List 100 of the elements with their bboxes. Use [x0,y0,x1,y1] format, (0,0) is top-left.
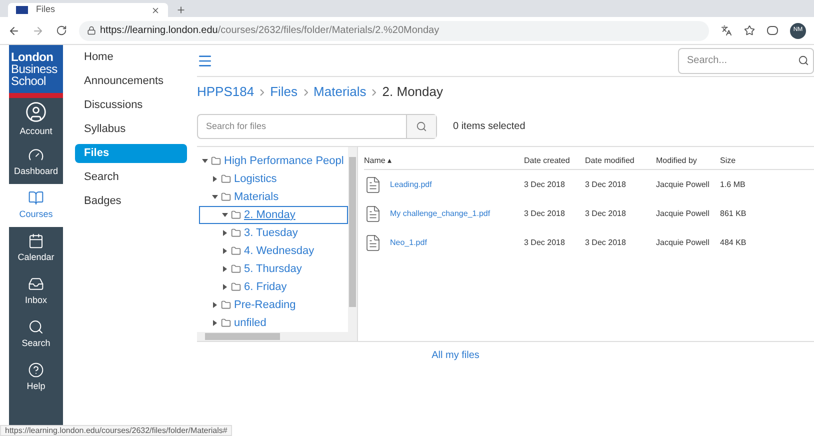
folder-name: 5. Thursday [244,262,302,277]
folder-name: Logistics [234,172,277,187]
logo-text: London [11,51,54,63]
caret-right-icon[interactable] [222,284,228,290]
all-files-link[interactable]: All my files [432,348,480,363]
course-nav-link[interactable]: Announcements [75,72,187,91]
caret-right-icon[interactable] [222,266,228,272]
search-input[interactable]: Search... [679,48,794,72]
caret-right-icon[interactable] [222,230,228,236]
address-bar[interactable]: https://learning.london.edu/courses/2632/files/folder/Materials/2.%20Monday [79,20,709,40]
favicon-icon [16,6,28,14]
table-cell-text: 3 Dec 2018 [524,208,566,220]
breadcrumb-link[interactable]: HPPS184 [197,82,254,102]
help-icon [28,362,44,378]
logo-text: School [11,75,47,87]
global-nav-item[interactable]: Help [9,356,63,399]
global-nav-item[interactable]: Inbox [9,270,63,313]
courses-icon [28,190,44,206]
global-nav-item[interactable]: Search [9,313,63,356]
column-header[interactable]: Date modified [585,154,656,166]
close-icon[interactable] [151,6,160,14]
course-nav-link[interactable]: Search [75,168,187,187]
column-header[interactable]: Date created [524,154,585,166]
search-input[interactable]: Search for files [198,115,406,138]
caret-down-icon[interactable] [222,212,228,218]
course-nav-link[interactable]: Home [75,48,187,67]
global-nav-item[interactable]: Account [9,98,63,141]
caret-right-icon[interactable] [212,176,218,182]
nav-label: Account [20,124,52,138]
folder-icon [231,264,241,274]
column-header[interactable]: Size [720,154,814,166]
course-nav-link[interactable]: Badges [75,192,187,211]
folder-icon [231,210,241,220]
nav-label: Calendar [18,250,54,264]
folder-icon [221,300,231,310]
file-name-link[interactable]: My challenge_change_1.pdf [390,208,490,220]
chevron-icon [260,88,264,96]
new-tab-icon[interactable] [176,5,186,15]
table-cell-text: 484 KB [720,236,748,248]
global-nav-item[interactable]: Dashboard [9,141,63,184]
search-icon[interactable] [798,55,809,66]
folder-name: unfiled [234,316,266,331]
pdf-file-icon [364,204,382,222]
tree-item[interactable]: Logistics [199,170,348,188]
folder-icon [221,174,231,184]
caret-down-icon[interactable] [212,194,218,200]
status-bar: https://learning.london.edu/courses/2632/files/folder/Materials# [0,425,232,436]
url-text: https://learning.london.edu/courses/2632/files/folder/Materials/2.%20Monday [100,24,440,38]
table-cell-text: Jacquie Powell [656,236,710,248]
tree-item[interactable]: 4. Wednesday [199,242,348,260]
inbox-icon [28,276,44,292]
folder-icon [221,318,231,328]
search-button[interactable] [406,115,436,138]
tree-item[interactable]: 6. Friday [199,278,348,296]
tree-item[interactable]: 2. Monday [199,206,348,224]
back-icon[interactable] [8,24,20,36]
table-cell-text: 861 KB [720,208,748,220]
file-name-link[interactable]: Leading.pdf [390,178,432,190]
folder-name: 6. Friday [244,280,287,295]
table-cell-text: Jacquie Powell [656,178,710,190]
bookmark-star-icon[interactable] [744,25,755,36]
translate-icon[interactable] [721,25,732,36]
vertical-scrollbar[interactable] [348,147,357,332]
global-nav-item[interactable]: Calendar [9,227,63,270]
file-search-field[interactable]: Search for files [197,114,437,139]
column-header[interactable]: Name ▴ [364,154,524,166]
folder-name: 4. Wednesday [244,244,314,259]
column-header[interactable]: Modified by [656,154,720,166]
horizontal-scrollbar[interactable] [197,332,357,341]
tree-item[interactable]: 5. Thursday [199,260,348,278]
table-cell-text: 3 Dec 2018 [585,236,627,248]
tree-item[interactable]: High Performance Peopl [199,152,348,170]
file-name-link[interactable]: Neo_1.pdf [390,236,427,248]
search-icon [416,121,427,132]
search-field[interactable]: Search... [678,48,814,74]
nav-label: Inbox [24,294,48,307]
breadcrumb-link[interactable]: Files [270,82,298,102]
browser-tab[interactable]: Files [8,3,168,17]
caret-right-icon[interactable] [222,248,228,254]
caret-right-icon[interactable] [212,320,218,326]
school-logo[interactable]: London Business School [9,45,63,98]
global-nav-item[interactable]: Courses [9,184,63,227]
tree-item[interactable]: Materials [199,188,348,206]
folder-icon [231,228,241,238]
pdf-file-icon [364,176,382,194]
reload-icon[interactable] [56,25,67,36]
menu-icon[interactable] [197,52,213,68]
tree-item[interactable]: Pre-Reading [199,296,348,314]
course-nav-link[interactable]: Syllabus [75,120,187,139]
table-cell-text: 3 Dec 2018 [524,236,566,248]
folder-name: Materials [234,190,279,205]
caret-down-icon[interactable] [202,158,208,164]
tree-item[interactable]: 3. Tuesday [199,224,348,242]
table-cell-text: 3 Dec 2018 [585,178,627,190]
table-cell-text: 3 Dec 2018 [585,208,627,220]
breadcrumb-link[interactable]: Materials [314,82,366,102]
caret-right-icon[interactable] [212,302,218,308]
course-nav-link[interactable]: Discussions [75,96,187,115]
table-cell-text: 3 Dec 2018 [524,178,566,190]
tree-item[interactable]: unfiled [199,314,348,332]
